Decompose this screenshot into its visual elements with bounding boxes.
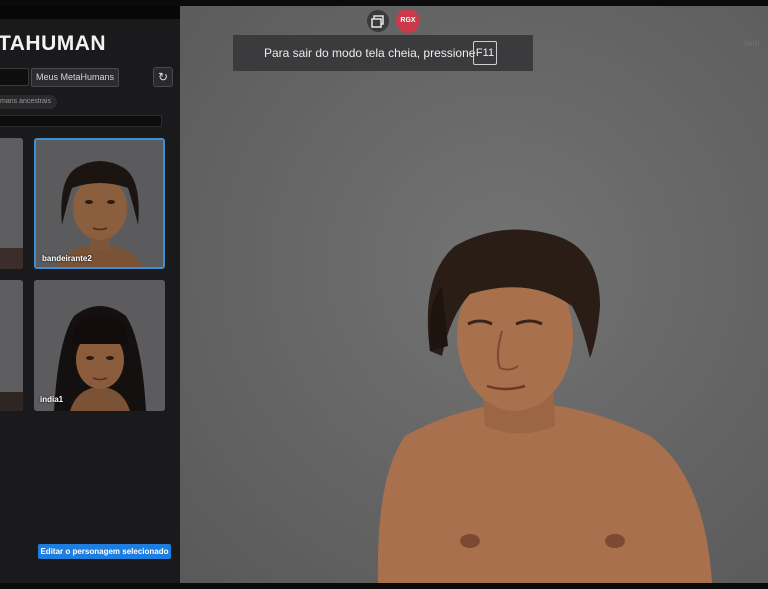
edit-character-button[interactable]: Editar o personagem selecionado bbox=[38, 544, 171, 559]
refresh-button[interactable]: ↻ bbox=[153, 67, 173, 87]
fullscreen-notice-text: Para sair do modo tela cheia, pressione bbox=[264, 46, 476, 60]
refresh-icon: ↻ bbox=[157, 70, 169, 84]
filter-chip[interactable]: mans ancestrais bbox=[0, 95, 57, 109]
character-viewport[interactable]: iferti bbox=[180, 6, 768, 583]
search-input[interactable] bbox=[0, 115, 162, 127]
character-name: bandeirante2 bbox=[42, 254, 92, 263]
watermark: iferti bbox=[744, 39, 760, 48]
metahuman-sidebar: TAHUMAN Meus MetaHumans ↻ mans ancestrai… bbox=[0, 19, 180, 583]
character-render bbox=[377, 229, 712, 583]
tab-presets[interactable] bbox=[0, 68, 29, 86]
f11-key: F11 bbox=[473, 41, 497, 65]
character-name: india1 bbox=[40, 395, 64, 404]
fullscreen-notice: Para sair do modo tela cheia, pressione … bbox=[233, 35, 533, 71]
bottom-frame bbox=[0, 583, 768, 589]
copy-window-icon bbox=[371, 15, 384, 28]
metahuman-logo: TAHUMAN bbox=[0, 32, 107, 55]
character-card-bandeirante2[interactable]: bandeirante2 bbox=[34, 138, 165, 269]
picture-in-picture-icon[interactable] bbox=[367, 10, 389, 32]
character-thumbnail bbox=[0, 280, 23, 411]
tab-my-metahumans[interactable]: Meus MetaHumans bbox=[31, 68, 119, 87]
character-thumbnail bbox=[36, 140, 163, 267]
character-thumbnail bbox=[34, 280, 165, 411]
character-thumbnail bbox=[0, 138, 23, 269]
extension-badge[interactable]: RGX bbox=[396, 9, 420, 33]
character-card-partial-1[interactable] bbox=[0, 138, 23, 269]
character-card-india1[interactable]: india1 bbox=[34, 280, 165, 411]
character-card-partial-2[interactable] bbox=[0, 280, 23, 411]
